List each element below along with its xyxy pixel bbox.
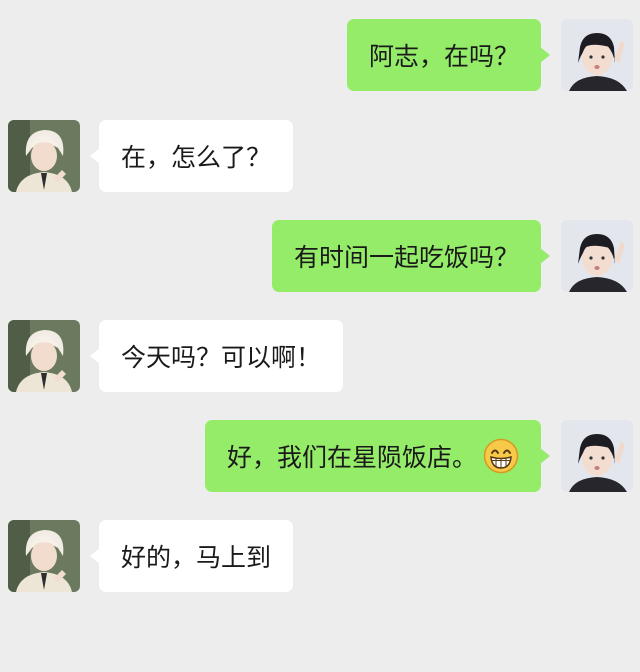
grinning-face-icon [483,438,519,474]
message-text: 阿志，在吗？ [368,42,519,71]
message-bubble-received[interactable]: 好的，马上到 [89,520,294,592]
message-sent: 有时间一起吃饭吗？ [0,220,640,292]
chat-area[interactable]: 阿志，在吗？ 在，怎么了？ 有时间一起吃饭吗？ 今天吗？可以啊！ 好，我们在星陨… [0,0,640,672]
message-sent: 好，我们在星陨饭店。 [0,420,640,492]
avatar-contact[interactable] [8,120,80,192]
avatar-self[interactable] [561,220,633,292]
avatar-self[interactable] [561,420,633,492]
message-received: 今天吗？可以啊！ [0,320,640,392]
message-text: 今天吗？可以啊！ [121,343,322,372]
message-text: 好，我们在星陨饭店。 [226,443,477,472]
message-text: 在，怎么了？ [121,143,272,172]
message-bubble-sent[interactable]: 阿志，在吗？ [346,19,551,91]
avatar-contact[interactable] [8,520,80,592]
avatar-contact[interactable] [8,320,80,392]
message-bubble-sent[interactable]: 有时间一起吃饭吗？ [271,220,551,292]
message-sent: 阿志，在吗？ [0,19,640,91]
message-received: 在，怎么了？ [0,120,640,192]
message-bubble-sent[interactable]: 好，我们在星陨饭店。 [204,420,551,492]
message-text: 有时间一起吃饭吗？ [293,243,519,272]
avatar-self[interactable] [561,19,633,91]
message-bubble-received[interactable]: 在，怎么了？ [89,120,294,192]
message-bubble-received[interactable]: 今天吗？可以啊！ [89,320,344,392]
message-received: 好的，马上到 [0,520,640,592]
message-text: 好的，马上到 [121,543,272,572]
